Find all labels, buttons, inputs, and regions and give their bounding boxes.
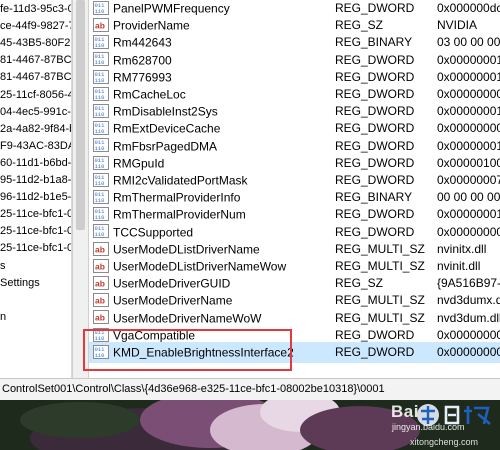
registry-values-list[interactable]: 011 110 PanelPWMFrequency REG_DWORD 0x000000… — [89, 0, 500, 378]
svg-text:110: 110 — [95, 59, 105, 66]
value-type-cell: REG_DWORD — [335, 345, 415, 359]
value-name-label: UserModeDriverGUID — [113, 276, 231, 291]
tree-item[interactable]: 25-11ce-bfc1-0 — [0, 223, 71, 240]
svg-text:ab: ab — [95, 261, 105, 271]
svg-text:110: 110 — [95, 352, 105, 359]
value-name-label: PanelPWMFrequency — [113, 1, 230, 16]
binary-value-icon: 011 110 — [93, 155, 109, 170]
value-name-cell[interactable]: 011 110 KMD_EnableBrightnessInterface2 — [93, 342, 329, 363]
tree-item[interactable]: fe-11d3-95c3-0 — [0, 1, 71, 18]
tree-item[interactable]: 2a-4a82-9f84-b — [0, 121, 71, 138]
svg-text:110: 110 — [95, 128, 105, 135]
binary-value-icon: 011 110 — [93, 86, 109, 101]
svg-text:110: 110 — [95, 335, 105, 342]
binary-value-icon: 011 110 — [93, 104, 109, 119]
value-name-label: UserModeDListDriverNameWow — [113, 259, 287, 274]
binary-value-icon: 011 110 — [93, 138, 109, 153]
svg-text:110: 110 — [95, 77, 105, 84]
string-value-icon: ab — [93, 258, 109, 273]
svg-text:ab: ab — [95, 296, 105, 306]
tree-item[interactable]: 45-43B5-80F2- — [0, 35, 71, 52]
svg-text:110: 110 — [95, 94, 105, 101]
tree-item[interactable]: 95-11d2-b1a8- — [0, 172, 71, 189]
value-name-label: UserModeDriverNameWoW — [113, 311, 262, 326]
svg-text:ab: ab — [95, 244, 105, 254]
svg-text:110: 110 — [95, 111, 105, 118]
svg-text:110: 110 — [95, 42, 105, 49]
svg-text:110: 110 — [95, 214, 105, 221]
value-name-label: RmDisableInst2Sys — [113, 104, 218, 119]
tree-item[interactable]: 25-11cf-8056-4 — [0, 87, 71, 104]
binary-value-icon: 011 110 — [93, 207, 109, 222]
value-name-label: RM776993 — [113, 70, 172, 85]
binary-value-icon: 011 110 — [93, 52, 109, 67]
value-name-label: TCCSupported — [113, 225, 194, 240]
status-bar-path: ControlSet001\Control\Class\{4d36e968-e3… — [0, 378, 500, 400]
tree-item[interactable]: 04-4ec5-991c-d — [0, 104, 71, 121]
binary-value-icon: 011 110 — [93, 35, 109, 50]
value-name-label: ProviderName — [113, 18, 190, 33]
value-name-label: RmThermalProviderInfo — [113, 190, 241, 205]
value-name-label: Rm442643 — [113, 35, 172, 50]
svg-text:110: 110 — [95, 180, 105, 187]
svg-text:110: 110 — [95, 145, 105, 152]
svg-text:ab: ab — [95, 21, 105, 31]
value-name-label: RMGpuId — [113, 156, 165, 171]
string-value-icon: ab — [93, 310, 109, 325]
value-name-label: RmCacheLoc — [113, 87, 186, 102]
value-name-label: UserModeDListDriverName — [113, 242, 260, 257]
svg-text:110: 110 — [95, 163, 105, 170]
tree-item[interactable]: F9-43AC-83DA- — [0, 138, 71, 155]
string-value-icon: ab — [93, 293, 109, 308]
value-name-label: VgaCompatible — [113, 328, 196, 343]
tree-item[interactable]: Settings — [0, 275, 40, 292]
tree-item[interactable]: 81-4467-87BC- — [0, 69, 71, 86]
string-value-icon: ab — [93, 241, 109, 256]
value-name-label: RmThermalProviderNum — [113, 207, 246, 222]
string-value-icon: ab — [93, 18, 109, 33]
binary-value-icon: 011 110 — [93, 69, 109, 84]
binary-value-icon: 011 110 — [93, 327, 109, 342]
value-name-label: RmFbsrPagedDMA — [113, 139, 218, 154]
tree-item[interactable]: 25-11ce-bfc1-0 — [0, 240, 71, 257]
tree-item[interactable]: n — [0, 309, 6, 326]
watermark-url-top: jingyan.baidu.com — [392, 422, 465, 432]
binary-value-icon: 011 110 — [93, 0, 109, 15]
tree-item[interactable]: 96-11d2-b1e5-0 — [0, 189, 71, 206]
binary-value-icon: 011 110 — [93, 121, 109, 136]
binary-value-icon: 011 110 — [93, 224, 109, 239]
value-name-label: RMI2cValidatedPortMask — [113, 173, 248, 188]
value-data-cell: 0x00000000 (0 — [437, 345, 500, 359]
value-name-label: RmExtDeviceCache — [113, 121, 221, 136]
binary-value-icon: 011 110 — [93, 172, 109, 187]
svg-text:110: 110 — [95, 197, 105, 204]
binary-value-icon: 011 110 — [93, 190, 109, 205]
tree-scrollbar-thumb[interactable] — [76, 0, 85, 230]
value-name-label: KMD_EnableBrightnessInterface2 — [113, 345, 294, 360]
tree-item[interactable]: ce-44f9-9827-7 — [0, 18, 71, 35]
svg-text:110: 110 — [95, 231, 105, 238]
binary-value-icon: 011 110 — [93, 344, 109, 359]
svg-text:ab: ab — [95, 279, 105, 289]
registry-value-row[interactable]: 011 110 KMD_EnableBrightnessInterface2 REG_… — [89, 342, 500, 363]
registry-key-tree[interactable]: fe-11d3-95c3-0 ce-44f9-9827-7 45-43B5-80F2… — [0, 0, 72, 378]
watermark-url-bottom: xitongcheng.com — [410, 437, 479, 447]
value-name-label: UserModeDriverName — [113, 293, 233, 308]
value-name-label: Rm628700 — [113, 53, 172, 68]
svg-text:ab: ab — [95, 313, 105, 323]
tree-item[interactable]: 25-11ce-bfc1-0 — [0, 206, 71, 223]
tree-scrollbar[interactable] — [72, 0, 89, 378]
svg-text:110: 110 — [95, 8, 105, 15]
tree-item[interactable]: 60-11d1-b6bd- — [0, 155, 71, 172]
string-value-icon: ab — [93, 276, 109, 291]
tree-item[interactable]: s — [0, 258, 6, 275]
tree-item[interactable]: 81-4467-87BC- — [0, 52, 71, 69]
